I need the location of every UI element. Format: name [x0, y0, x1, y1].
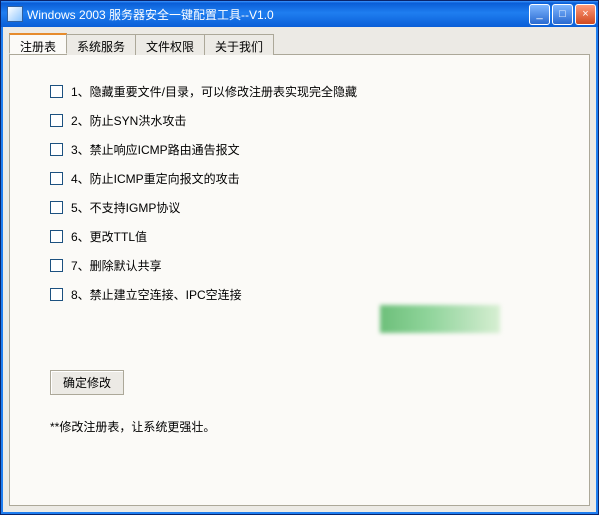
- tab-label: 注册表: [20, 40, 56, 54]
- minimize-icon: _: [536, 8, 542, 20]
- client-area: 注册表 系统服务 文件权限 关于我们 1、隐藏重要文件/目录，可以修改注册表实现…: [1, 27, 598, 514]
- option-row: 3、禁止响应ICMP路由通告报文: [50, 141, 549, 158]
- checkbox-1[interactable]: [50, 85, 63, 98]
- option-row: 4、防止ICMP重定向报文的攻击: [50, 170, 549, 187]
- checkbox-3[interactable]: [50, 143, 63, 156]
- option-label: 7、删除默认共享: [71, 257, 162, 274]
- checkbox-4[interactable]: [50, 172, 63, 185]
- tab-label: 关于我们: [215, 40, 263, 54]
- option-row: 8、禁止建立空连接、IPC空连接: [50, 286, 549, 303]
- app-window: Windows 2003 服务器安全一键配置工具--V1.0 _ □ × 注册表…: [0, 0, 599, 515]
- tab-label: 系统服务: [77, 40, 125, 54]
- checkbox-8[interactable]: [50, 288, 63, 301]
- tab-file-permissions[interactable]: 文件权限: [135, 34, 205, 55]
- title-bar[interactable]: Windows 2003 服务器安全一键配置工具--V1.0 _ □ ×: [1, 1, 598, 27]
- option-label: 1、隐藏重要文件/目录，可以修改注册表实现完全隐藏: [71, 83, 357, 100]
- option-label: 4、防止ICMP重定向报文的攻击: [71, 170, 240, 187]
- option-label: 2、防止SYN洪水攻击: [71, 112, 186, 129]
- close-button[interactable]: ×: [575, 4, 596, 25]
- option-label: 6、更改TTL值: [71, 228, 147, 245]
- maximize-icon: □: [559, 8, 566, 20]
- option-label: 3、禁止响应ICMP路由通告报文: [71, 141, 240, 158]
- checkbox-6[interactable]: [50, 230, 63, 243]
- app-icon: [7, 6, 23, 22]
- option-row: 5、不支持IGMP协议: [50, 199, 549, 216]
- close-icon: ×: [582, 8, 588, 20]
- obscured-region: [380, 305, 500, 333]
- minimize-button[interactable]: _: [529, 4, 550, 25]
- maximize-button[interactable]: □: [552, 4, 573, 25]
- option-row: 2、防止SYN洪水攻击: [50, 112, 549, 129]
- checkbox-7[interactable]: [50, 259, 63, 272]
- option-row: 6、更改TTL值: [50, 228, 549, 245]
- checkbox-2[interactable]: [50, 114, 63, 127]
- window-title: Windows 2003 服务器安全一键配置工具--V1.0: [27, 6, 529, 23]
- option-label: 5、不支持IGMP协议: [71, 199, 180, 216]
- hint-text: **修改注册表，让系统更强壮。: [50, 418, 215, 435]
- tab-services[interactable]: 系统服务: [66, 34, 136, 55]
- confirm-label: 确定修改: [63, 376, 111, 390]
- tab-label: 文件权限: [146, 40, 194, 54]
- tab-about[interactable]: 关于我们: [204, 34, 274, 55]
- window-controls: _ □ ×: [529, 4, 596, 25]
- confirm-button[interactable]: 确定修改: [50, 370, 124, 395]
- checkbox-5[interactable]: [50, 201, 63, 214]
- option-label: 8、禁止建立空连接、IPC空连接: [71, 286, 242, 303]
- option-row: 7、删除默认共享: [50, 257, 549, 274]
- tab-strip: 注册表 系统服务 文件权限 关于我们: [9, 33, 590, 55]
- tab-registry[interactable]: 注册表: [9, 33, 67, 54]
- tab-body-registry: 1、隐藏重要文件/目录，可以修改注册表实现完全隐藏 2、防止SYN洪水攻击 3、…: [9, 55, 590, 506]
- option-row: 1、隐藏重要文件/目录，可以修改注册表实现完全隐藏: [50, 83, 549, 100]
